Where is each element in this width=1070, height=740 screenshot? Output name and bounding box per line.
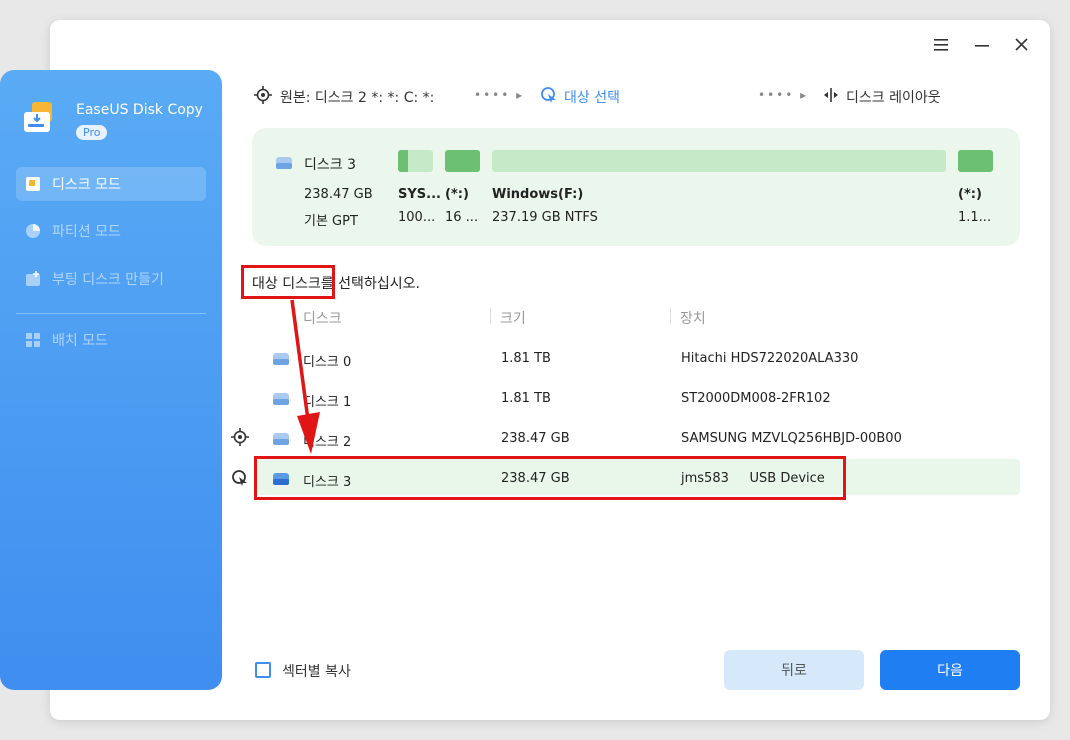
source-crosshair-icon xyxy=(231,428,249,450)
row-disk-size: 1.81 TB xyxy=(501,391,551,406)
sidebar-item-batch-mode[interactable]: 배치 모드 xyxy=(16,323,206,357)
app-logo-icon xyxy=(22,100,58,136)
sector-copy-label: 섹터별 복사 xyxy=(282,664,351,680)
sidebar-item-label: 디스크 모드 xyxy=(52,177,121,193)
sector-copy-checkbox[interactable] xyxy=(255,662,271,678)
sidebar xyxy=(0,70,222,690)
step-layout-label: 디스크 레이아웃 xyxy=(846,90,941,106)
row-disk-device: Hitachi HDS722020ALA330 xyxy=(681,351,859,366)
disk-mode-icon xyxy=(24,175,42,193)
step-target-label: 대상 선택 xyxy=(564,90,620,106)
step-arrow-1: •••• ▸ xyxy=(474,88,525,102)
partition-detail: 16 ... xyxy=(445,210,479,225)
sidebar-divider xyxy=(16,313,206,314)
row-disk-device: ST2000DM008-2FR102 xyxy=(681,391,831,406)
close-icon[interactable] xyxy=(1015,36,1028,55)
partition-bar-recovery[interactable] xyxy=(958,150,993,172)
partition-bar-sys[interactable] xyxy=(398,150,433,172)
menu-icon[interactable] xyxy=(934,36,948,55)
partition-detail: 1.1... xyxy=(958,210,992,225)
row-disk-device: SAMSUNG MZVLQ256HBJD-00B00 xyxy=(681,431,902,446)
sidebar-item-disk-mode[interactable]: 디스크 모드 xyxy=(16,167,206,201)
column-separator xyxy=(490,308,491,324)
disk-icon xyxy=(275,155,293,174)
layout-icon xyxy=(822,86,840,108)
step-target: 대상 선택 xyxy=(540,86,620,108)
sidebar-item-label: 파티션 모드 xyxy=(52,224,121,240)
partition-bar-windows[interactable] xyxy=(492,150,946,172)
target-select-icon xyxy=(231,469,249,491)
back-button[interactable]: 뒤로 xyxy=(724,650,864,690)
panel-disk-size: 238.47 GB xyxy=(304,187,373,202)
annotation-box-selected-row xyxy=(254,456,846,500)
next-button[interactable]: 다음 xyxy=(880,650,1020,690)
sidebar-item-partition-mode[interactable]: 파티션 모드 xyxy=(16,214,206,248)
step-layout: 디스크 레이아웃 xyxy=(822,86,941,108)
partition-label: (*:) xyxy=(958,187,982,202)
column-header-device: 장치 xyxy=(680,311,706,327)
pro-badge: Pro xyxy=(76,125,108,140)
step-arrow-2: •••• ▸ xyxy=(758,88,809,102)
sidebar-item-label: 배치 모드 xyxy=(52,333,108,349)
panel-disk-type: 기본 GPT xyxy=(304,214,358,229)
partition-label: Windows(F:) xyxy=(492,187,584,202)
row-disk-size: 238.47 GB xyxy=(501,431,570,446)
app-name: EaseUS Disk Copy xyxy=(76,102,203,118)
column-separator xyxy=(670,308,671,324)
target-crosshair-icon xyxy=(254,86,272,108)
column-header-size: 크기 xyxy=(500,311,526,327)
annotation-box-instruction xyxy=(241,265,335,299)
step-source-label: 원본: 디스크 2 *: *: C: *: xyxy=(280,90,435,106)
batch-mode-icon xyxy=(24,331,42,349)
row-disk-size: 1.81 TB xyxy=(501,351,551,366)
target-select-icon xyxy=(540,86,558,108)
partition-bar-msr[interactable] xyxy=(445,150,480,172)
partition-label: SYS... xyxy=(398,187,441,202)
partition-detail: 100... xyxy=(398,210,436,225)
minimize-icon[interactable] xyxy=(975,36,989,55)
step-source: 원본: 디스크 2 *: *: C: *: xyxy=(254,86,434,108)
panel-disk-name: 디스크 3 xyxy=(304,157,356,173)
partition-mode-icon xyxy=(24,222,42,240)
sidebar-item-boot-disk[interactable]: 부팅 디스크 만들기 xyxy=(16,262,206,296)
annotation-arrow-icon xyxy=(290,299,320,454)
partition-label: (*:) xyxy=(445,187,469,202)
boot-disk-icon xyxy=(24,270,42,288)
partition-detail: 237.19 GB NTFS xyxy=(492,210,598,225)
sidebar-item-label: 부팅 디스크 만들기 xyxy=(52,272,164,288)
